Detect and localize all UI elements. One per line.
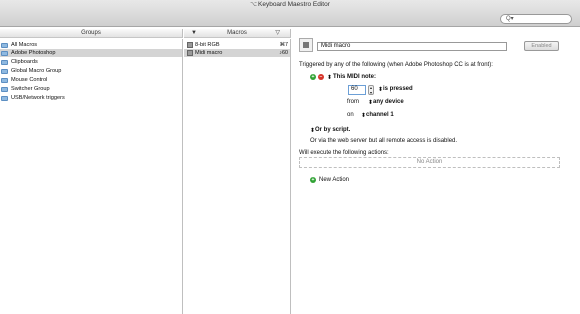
folder-icon [1, 95, 8, 101]
km-icon: ⌥ [250, 2, 257, 8]
group-item-clipboards[interactable]: Clipboards [0, 58, 182, 66]
macros-column-header[interactable]: ▼ Macros ▽ [184, 29, 291, 38]
groups-list: All Macros Adobe Photoshop Clipboards Gl… [0, 39, 183, 314]
group-label: USB/Network triggers [11, 95, 65, 101]
search-icon: Q▾ [506, 16, 514, 22]
no-action-label: No Action [416, 159, 443, 165]
channel-select[interactable]: channel 1 [366, 112, 394, 118]
sort-descending-icon[interactable]: ▼ [191, 29, 197, 38]
group-item-adobe-photoshop[interactable]: Adobe Photoshop [0, 49, 182, 57]
macro-editor: Midi macro Enabled Triggered by any of t… [292, 36, 580, 314]
folder-icon [1, 68, 8, 74]
group-item-all-macros[interactable]: All Macros [0, 41, 182, 49]
window-title: ⌥Keyboard Maestro Editor [0, 1, 580, 8]
group-item-switcher-group[interactable]: Switcher Group [0, 85, 182, 93]
actions-drop-zone[interactable]: No Action [299, 157, 560, 168]
macro-label: Midi macro [195, 50, 223, 56]
midi-note-field[interactable]: 60 [348, 85, 366, 95]
web-server-note: Or via the web server but all remote acc… [310, 138, 458, 144]
groups-header-label: Groups [81, 30, 101, 36]
will-execute-text: Will execute the following actions: [299, 150, 389, 156]
folder-icon [1, 50, 8, 56]
group-item-mouse-control[interactable]: Mouse Control [0, 76, 182, 84]
title-bar: ⌥Keyboard Maestro Editor Q▾ [0, 0, 580, 27]
macro-icon [187, 42, 193, 48]
from-label: from [347, 99, 359, 105]
group-item-usb-network-triggers[interactable]: USB/Network triggers [0, 94, 182, 102]
folder-icon [1, 59, 8, 65]
folder-icon [1, 42, 8, 48]
macro-icon [187, 50, 193, 56]
macro-label: 8-bit RGB [195, 42, 220, 48]
macro-trigger: ⌘7 [279, 42, 288, 48]
macro-trigger: ♪60 [279, 50, 288, 56]
is-pressed-select[interactable]: is pressed [383, 86, 413, 92]
folder-icon [1, 77, 8, 83]
macro-item-8-bit-rgb[interactable]: 8-bit RGB ⌘7 [184, 41, 290, 49]
macro-image-icon[interactable] [299, 38, 313, 52]
triggered-by-text: Triggered by any of the following (when … [299, 62, 493, 68]
macros-list: 8-bit RGB ⌘7 Midi macro ♪60 [184, 39, 291, 314]
group-label: Global Macro Group [11, 68, 62, 74]
new-action-icon[interactable]: + [310, 177, 316, 183]
window-title-text: Keyboard Maestro Editor [258, 1, 330, 8]
macro-item-midi-macro[interactable]: Midi macro ♪60 [184, 49, 290, 57]
group-label: Mouse Control [11, 77, 48, 83]
add-trigger-icon[interactable]: + [310, 74, 316, 80]
group-label: Switcher Group [11, 86, 50, 92]
enabled-button[interactable]: Enabled [524, 41, 559, 51]
group-item-global-macro-group[interactable]: Global Macro Group [0, 67, 182, 75]
on-label: on [347, 112, 354, 118]
search-input[interactable]: Q▾ [500, 14, 572, 24]
or-by-script[interactable]: Or by script. [315, 127, 350, 133]
macro-name-field[interactable]: Midi macro [317, 42, 507, 51]
trigger-popup-icon[interactable]: ⬍ [327, 74, 332, 81]
group-label: All Macros [11, 42, 38, 48]
group-label: Adobe Photoshop [11, 50, 56, 56]
note-stepper-icon[interactable]: ▴ ▾ [368, 85, 374, 95]
remove-trigger-icon[interactable]: − [318, 74, 324, 80]
trigger-title: This MIDI note: [333, 74, 376, 80]
sort-options-icon[interactable]: ▽ [275, 29, 280, 38]
device-select[interactable]: any device [373, 99, 404, 105]
group-label: Clipboards [11, 59, 38, 65]
macros-header-label: Macros [227, 30, 247, 36]
new-action-button[interactable]: New Action [319, 177, 349, 183]
folder-icon [1, 86, 8, 92]
groups-column-header[interactable]: Groups [0, 29, 183, 38]
